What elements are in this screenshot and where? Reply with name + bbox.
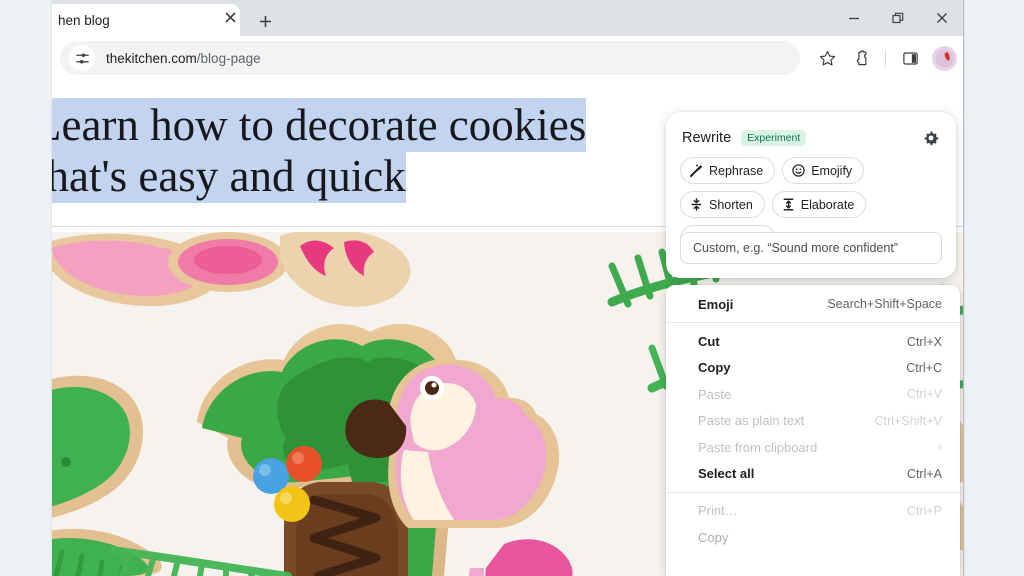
context-menu: Emoji Search+Shift+Space Cut Ctrl+X Copy… (666, 285, 960, 576)
chip-shorten[interactable]: Shorten (680, 191, 765, 218)
sliders-icon (75, 52, 89, 64)
browser-window: hen blog thekitchen.com/blog-page Learn … (52, 0, 964, 576)
browser-toolbar: thekitchen.com/blog-page (52, 36, 964, 80)
menu-separator (666, 322, 960, 324)
toolbar-divider (885, 49, 886, 67)
experiment-badge: Experiment (741, 130, 807, 146)
side-panel-icon[interactable] (895, 43, 925, 73)
compress-icon (690, 198, 703, 211)
page-title: Learn how to decorate cookies that's eas… (52, 98, 734, 203)
extensions-puzzle-icon[interactable] (846, 43, 876, 73)
menu-item-paste: Paste Ctrl+V (666, 381, 960, 407)
window-close-button[interactable] (920, 0, 963, 36)
gear-icon[interactable] (920, 127, 942, 149)
menu-item-paste-from-clipboard: Paste from clipboard › (666, 434, 960, 460)
rewrite-header: Rewrite Experiment (682, 126, 942, 150)
chip-label: Emojify (811, 163, 853, 178)
menu-item-shortcut: Ctrl+C (906, 360, 942, 375)
smiley-face-icon (792, 164, 805, 177)
headline-line-1: Learn how to decorate cookies (52, 98, 587, 152)
chip-label: Elaborate (800, 197, 855, 212)
url-host: thekitchen.com (106, 50, 197, 66)
profile-avatar[interactable] (929, 43, 959, 73)
menu-item-print: Print… Ctrl+P (666, 498, 960, 524)
rewrite-panel: Rewrite Experiment Rephrase Emojify Shor… (666, 112, 956, 278)
restore-icon (892, 12, 904, 24)
menu-item-label: Cut (698, 334, 720, 350)
new-tab-button[interactable] (252, 8, 278, 34)
menu-item-paste-as-plain-text: Paste as plain text Ctrl+Shift+V (666, 408, 960, 434)
panel-icon (902, 51, 918, 65)
address-bar[interactable]: thekitchen.com/blog-page (60, 41, 800, 75)
menu-item-cut[interactable]: Cut Ctrl+X (666, 328, 960, 354)
menu-item-shortcut: Ctrl+Shift+V (874, 413, 942, 428)
bookmark-star-icon[interactable] (812, 43, 842, 73)
minimize-icon (849, 17, 859, 20)
chip-label: Rephrase (709, 163, 764, 178)
tab-title: hen blog (58, 12, 110, 28)
menu-item-label: Select all (698, 466, 755, 482)
menu-item-shortcut: Ctrl+V (906, 387, 942, 402)
rewrite-title: Rewrite (682, 130, 732, 146)
avatar-icon (934, 48, 954, 68)
settings-gear-icon (924, 131, 939, 146)
menu-separator (666, 491, 960, 493)
custom-prompt-field[interactable] (680, 232, 942, 264)
menu-item-select-all[interactable]: Select all Ctrl+A (666, 460, 960, 486)
menu-item-label: Print… (698, 503, 738, 519)
chip-rephrase[interactable]: Rephrase (680, 157, 776, 184)
url-text: thekitchen.com/blog-page (106, 51, 261, 66)
tab-close-icon[interactable] (222, 9, 239, 26)
menu-item-copy[interactable]: Copy Ctrl+C (666, 355, 960, 381)
menu-item-label: Paste from clipboard (698, 439, 818, 455)
close-icon (937, 13, 947, 23)
star-icon (819, 50, 835, 66)
chip-elaborate[interactable]: Elaborate (771, 191, 867, 218)
menu-item-label: Emoji (698, 296, 734, 312)
menu-item-shortcut: Ctrl+X (906, 334, 942, 349)
toolbar-icons (812, 36, 964, 80)
custom-prompt-input[interactable] (681, 241, 941, 255)
menu-item-submenu-arrow: › (937, 440, 942, 455)
menu-item-label: Paste as plain text (698, 413, 805, 429)
tune-icon[interactable] (69, 45, 95, 71)
menu-item-label: Paste (698, 386, 732, 402)
window-controls (832, 0, 963, 36)
menu-item-label: Copy (698, 360, 731, 376)
menu-item-label: Copy (698, 529, 729, 545)
avatar (931, 45, 957, 71)
menu-item-shortcut: Search+Shift+Space (827, 297, 942, 312)
tab-thekitchen-blog[interactable]: hen blog (52, 4, 240, 36)
puzzle-icon (856, 49, 866, 65)
expand-height-icon (782, 198, 795, 211)
menu-item-shortcut: Ctrl+A (906, 466, 942, 481)
menu-item-copy-secondary[interactable]: Copy (666, 524, 960, 550)
window-restore-button[interactable] (876, 0, 920, 36)
tab-strip: hen blog (52, 0, 963, 36)
magic-wand-icon (690, 164, 703, 177)
chip-label: Shorten (709, 197, 753, 212)
plus-icon (259, 15, 271, 27)
window-minimize-button[interactable] (832, 0, 876, 36)
headline-line-2: that's easy and quick (52, 149, 406, 203)
url-path: /blog-page (196, 50, 261, 66)
menu-item-shortcut: Ctrl+P (906, 503, 942, 518)
menu-item-emoji[interactable]: Emoji Search+Shift+Space (666, 291, 960, 317)
close-icon (225, 12, 236, 23)
three-dot-menu-icon[interactable] (963, 43, 964, 73)
screenshot-root: hen blog thekitchen.com/blog-page Learn … (0, 0, 1024, 576)
chip-emojify[interactable]: Emojify (782, 157, 865, 184)
